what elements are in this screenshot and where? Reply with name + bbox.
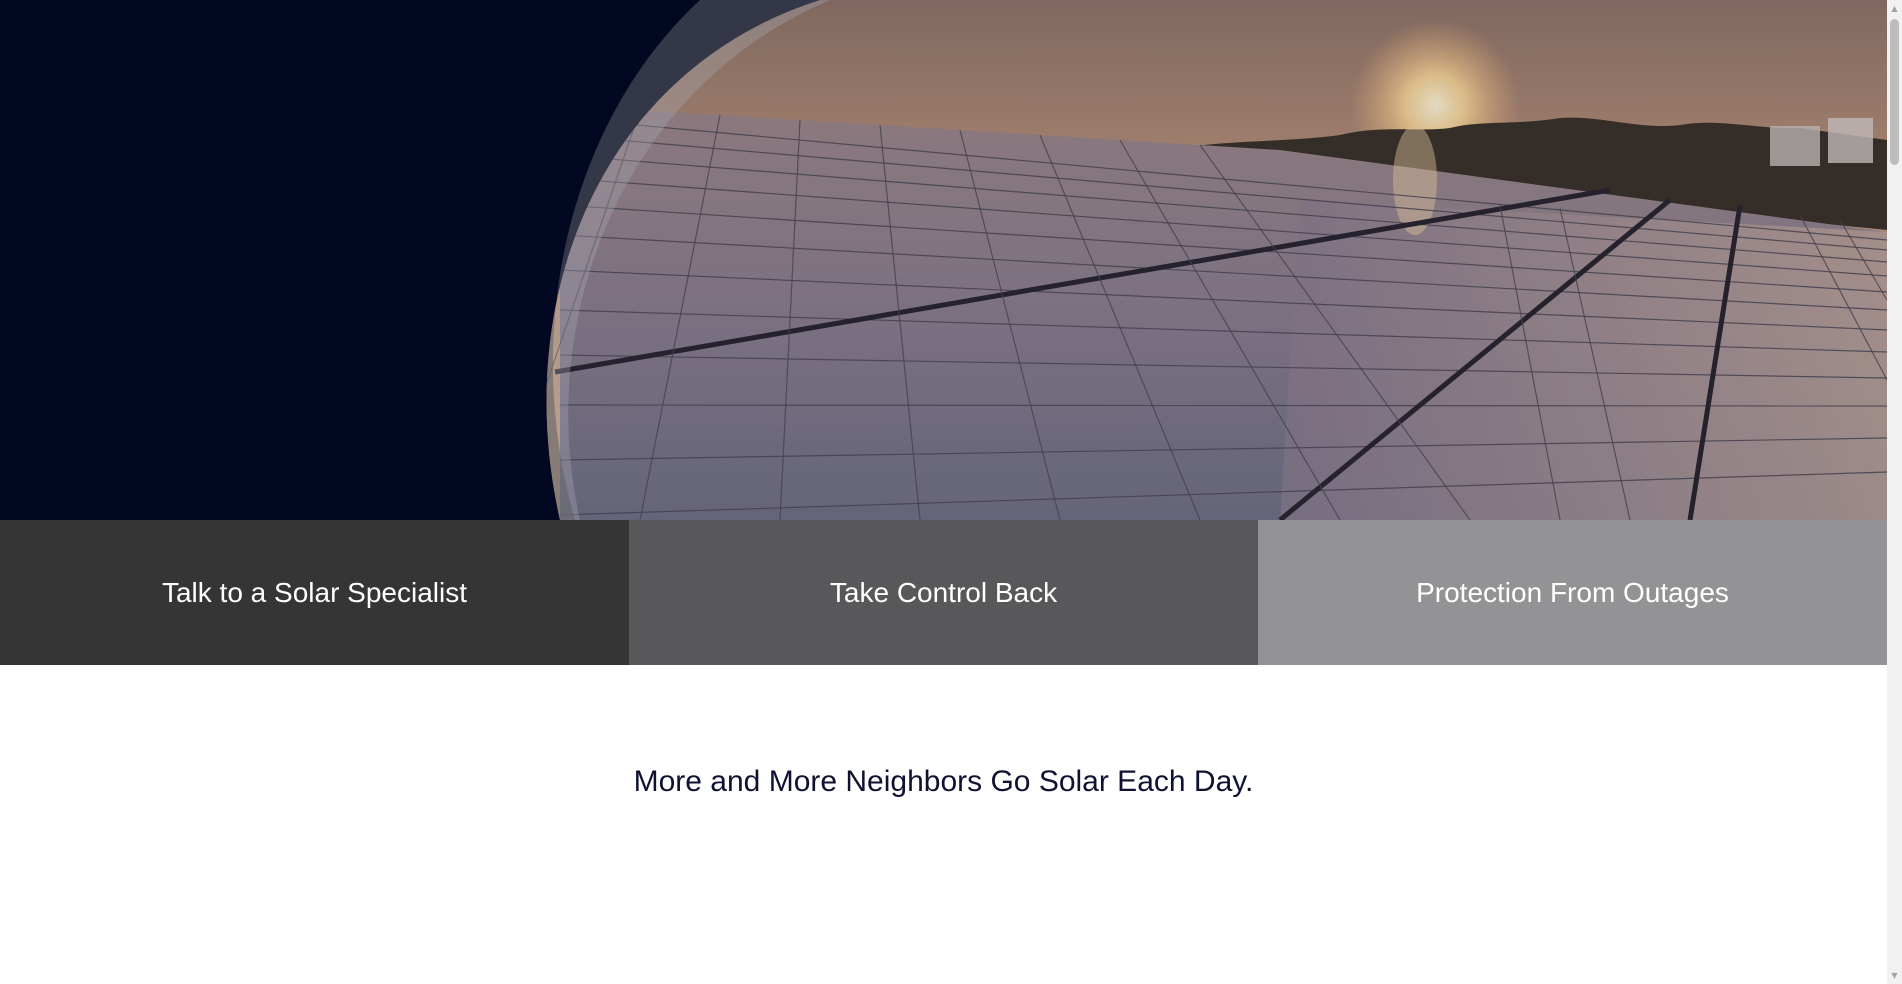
arrow-down-icon[interactable]: ▼ [1887, 967, 1902, 984]
arrow-up-icon[interactable]: ▲ [1887, 0, 1902, 17]
viewport: Talk to a Solar Specialist Take Control … [0, 0, 1887, 984]
tile-take-control-back[interactable]: Take Control Back [629, 520, 1258, 665]
tile-protection-from-outages[interactable]: Protection From Outages [1258, 520, 1887, 665]
tile-talk-to-specialist[interactable]: Talk to a Solar Specialist [0, 520, 629, 665]
scrollbar-thumb[interactable] [1890, 19, 1899, 165]
page: Talk to a Solar Specialist Take Control … [0, 0, 1902, 984]
tile-label: Protection From Outages [1416, 576, 1729, 608]
tile-label: Take Control Back [829, 576, 1058, 608]
hero-svg [0, 0, 1887, 520]
tile-label: Talk to a Solar Specialist [161, 576, 468, 608]
hero-banner [0, 0, 1887, 520]
page-scrollbar[interactable]: ▲ ▼ [1887, 0, 1902, 984]
feature-tiles: Talk to a Solar Specialist Take Control … [0, 520, 1887, 665]
section-headline: More and More Neighbors Go Solar Each Da… [633, 765, 1254, 798]
